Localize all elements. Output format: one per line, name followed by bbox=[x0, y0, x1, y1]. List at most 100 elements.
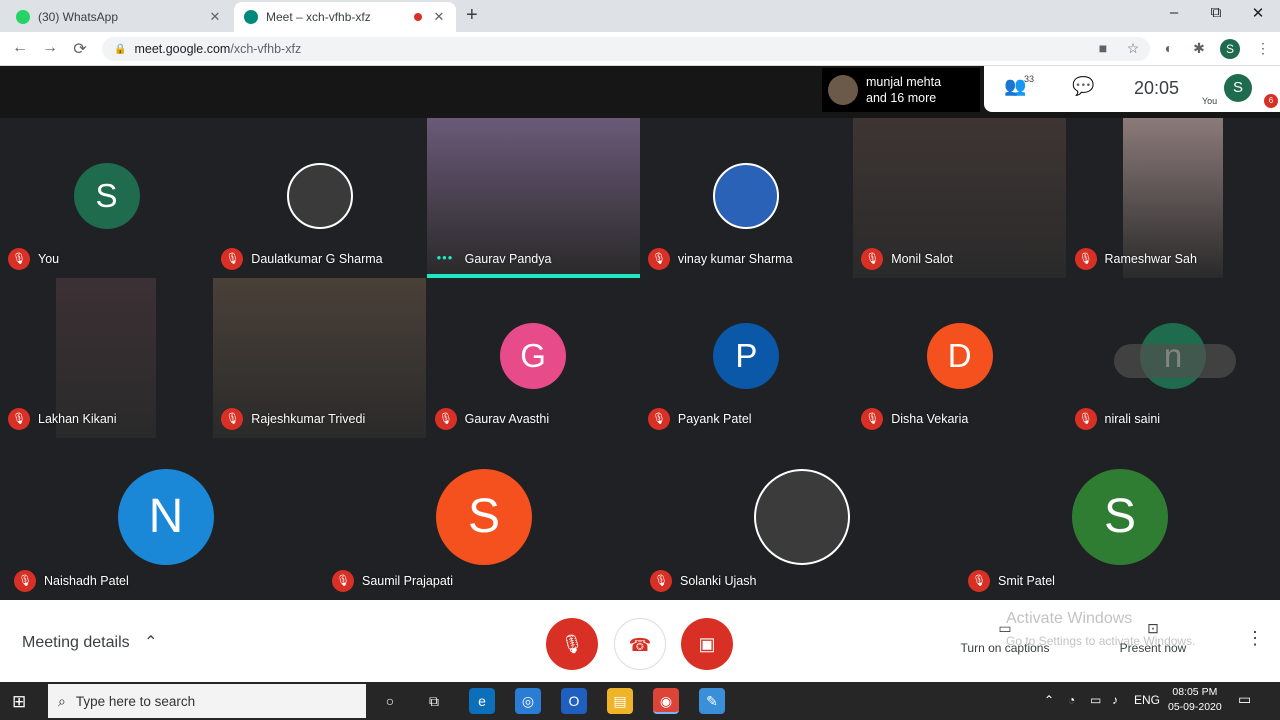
tile-hover-controls[interactable] bbox=[1114, 344, 1236, 378]
file-explorer-icon[interactable]: ▤ bbox=[607, 688, 633, 714]
maximize-button[interactable]: ⧉ bbox=[1206, 4, 1226, 21]
url-path: /xch-vfhb-xfz bbox=[230, 42, 302, 56]
self-avatar[interactable]: S bbox=[1224, 74, 1252, 102]
address-bar[interactable]: 🔒 meet.google.com/xch-vfhb-xfz bbox=[102, 37, 1150, 61]
participant-tile[interactable]: 🎙 Lakhan Kikani bbox=[0, 278, 213, 438]
tray-chevron-icon[interactable]: ⌃ bbox=[1044, 693, 1054, 707]
leave-call-button[interactable]: ☎ bbox=[614, 618, 666, 670]
task-view-icon[interactable]: ⧉ bbox=[421, 688, 447, 714]
extension-icon[interactable]: ◐ bbox=[1160, 40, 1178, 56]
taskbar-clock[interactable]: 08:05 PM 05-09-2020 bbox=[1168, 685, 1222, 715]
speaking-indicator-icon: ••• bbox=[436, 250, 454, 265]
mic-off-icon: 🎙 bbox=[8, 408, 30, 430]
participant-name: Lakhan Kikani bbox=[38, 412, 117, 426]
meeting-controls-bar: Meeting details ⌃ 🎙 ☎ ▣ Activate Windows… bbox=[0, 600, 1280, 682]
participant-tile[interactable]: 🎙 Solanki Ujash bbox=[642, 438, 962, 600]
browser-tab-strip: (30) WhatsApp ✕ Meet – xch-vfhb-xfz ✕ + … bbox=[0, 0, 1280, 32]
participant-tile[interactable]: S 🎙 Saumil Prajapati bbox=[324, 438, 644, 600]
new-tab-button[interactable]: + bbox=[466, 4, 478, 27]
notification-center-icon[interactable]: ▭ bbox=[1238, 691, 1251, 708]
close-window-button[interactable]: ✕ bbox=[1248, 4, 1268, 22]
windows-start-icon[interactable]: ⊞ bbox=[12, 692, 26, 712]
taskbar-search[interactable]: ⌕ Type here to search bbox=[48, 684, 366, 718]
camera-permission-icon[interactable]: ■ bbox=[1094, 40, 1112, 56]
participant-tile[interactable]: S 🎙 Smit Patel bbox=[960, 438, 1280, 600]
outlook-icon[interactable]: O bbox=[561, 688, 587, 714]
camera-off-button[interactable]: ▣ bbox=[681, 618, 733, 670]
participant-video bbox=[853, 118, 1067, 278]
bookmark-star-icon[interactable]: ☆ bbox=[1124, 40, 1142, 57]
tab-whatsapp[interactable]: (30) WhatsApp ✕ bbox=[6, 2, 232, 32]
participant-name: Rajeshkumar Trivedi bbox=[251, 412, 366, 426]
presenter-chip[interactable]: munjal mehta and 16 more bbox=[822, 68, 980, 112]
chrome-icon[interactable]: ◉ bbox=[653, 688, 679, 714]
meeting-details-button[interactable]: Meeting details ⌃ bbox=[22, 632, 157, 652]
participant-tile[interactable]: 🎙 Monil Salot bbox=[853, 118, 1067, 278]
meet-icon bbox=[244, 10, 258, 24]
participant-name: Payank Patel bbox=[677, 412, 752, 426]
presenter-avatar bbox=[828, 75, 858, 105]
participant-name: Gaurav Avasthi bbox=[464, 412, 550, 426]
forward-button[interactable]: → bbox=[40, 39, 60, 57]
participant-tile[interactable]: N 🎙 Naishadh Patel bbox=[6, 438, 326, 600]
edge-icon[interactable]: e bbox=[469, 688, 495, 714]
participant-name: Saumil Prajapati bbox=[362, 574, 454, 588]
battery-icon[interactable]: ▭ bbox=[1090, 693, 1101, 707]
participant-name: Naishadh Patel bbox=[44, 574, 129, 588]
language-indicator[interactable]: ENG bbox=[1134, 693, 1160, 707]
participant-tile[interactable]: S 🎙 You bbox=[0, 118, 213, 278]
volume-icon[interactable]: ♪ bbox=[1112, 693, 1118, 707]
participant-tile[interactable]: G 🎙 Gaurav Avasthi bbox=[426, 278, 640, 438]
back-button[interactable]: ← bbox=[10, 39, 30, 57]
network-icon[interactable]: ◔ bbox=[1068, 693, 1075, 707]
participant-tile[interactable]: 🎙 Rajeshkumar Trivedi bbox=[213, 278, 427, 438]
cortana-icon[interactable]: ○ bbox=[377, 688, 403, 714]
presenter-more: and 16 more bbox=[866, 91, 937, 105]
search-icon: ⌕ bbox=[58, 692, 66, 709]
participant-name: You bbox=[38, 252, 60, 266]
clock-date: 05-09-2020 bbox=[1168, 701, 1222, 713]
participant-photo bbox=[286, 163, 353, 229]
participant-grid: S🎙You🎙Daulatkumar G Sharma•••🎙Gaurav Pan… bbox=[0, 118, 1280, 600]
mic-off-button[interactable]: 🎙 bbox=[546, 618, 598, 670]
participant-avatar: P bbox=[713, 323, 780, 389]
participant-name: vinay kumar Sharma bbox=[677, 252, 793, 266]
extensions-puzzle-icon[interactable]: ✱ bbox=[1190, 40, 1208, 57]
participant-tile[interactable]: P 🎙 Payank Patel bbox=[639, 278, 853, 438]
reload-button[interactable]: ⟳ bbox=[70, 39, 90, 59]
present-now-button[interactable]: ⊡ Present now bbox=[1108, 620, 1198, 655]
you-label: You bbox=[1202, 96, 1218, 106]
lock-icon: 🔒 bbox=[114, 43, 127, 55]
windows-taskbar: ⊞ ⌕ Type here to search ○ ⧉ e ◎ O ▤ ◉ ✎ … bbox=[0, 682, 1280, 720]
participant-name: Monil Salot bbox=[891, 252, 954, 266]
mic-off-icon: 🎙 bbox=[650, 570, 672, 592]
notification-badge: 6 bbox=[1264, 94, 1278, 108]
more-options-icon[interactable]: ⋮ bbox=[1246, 628, 1264, 649]
tab-label: Meet – xch-vfhb-xfz bbox=[266, 10, 371, 24]
present-label: Present now bbox=[1119, 641, 1187, 655]
mic-off-icon: 🎙 bbox=[861, 408, 884, 430]
captions-button[interactable]: ▭ Turn on captions bbox=[950, 620, 1060, 655]
participant-name: Gaurav Pandya bbox=[464, 252, 552, 266]
participant-avatar: S bbox=[1072, 469, 1168, 565]
participant-tile[interactable]: 🎙 Daulatkumar G Sharma bbox=[213, 118, 427, 278]
globe-app-icon[interactable]: ◎ bbox=[515, 688, 541, 714]
chat-icon[interactable]: 💬 bbox=[1072, 76, 1094, 97]
close-tab-icon[interactable]: ✕ bbox=[432, 9, 446, 25]
mic-off-icon: 🎙 bbox=[332, 570, 354, 592]
whatsapp-icon bbox=[16, 10, 30, 24]
menu-kebab-icon[interactable]: ⋮ bbox=[1254, 40, 1272, 57]
browser-toolbar: ← → ⟳ 🔒 meet.google.com/xch-vfhb-xfz ■ ☆… bbox=[0, 32, 1280, 66]
participant-tile[interactable]: 🎙 vinay kumar Sharma bbox=[639, 118, 853, 278]
participant-avatar: S bbox=[436, 469, 532, 565]
notepad-icon[interactable]: ✎ bbox=[699, 688, 725, 714]
close-tab-icon[interactable]: ✕ bbox=[208, 9, 222, 25]
tab-meet[interactable]: Meet – xch-vfhb-xfz ✕ bbox=[234, 2, 456, 32]
participant-tile[interactable]: 🎙 Rameshwar Sah bbox=[1066, 118, 1280, 278]
participant-tile[interactable]: •••🎙Gaurav Pandya bbox=[426, 118, 640, 278]
participant-photo bbox=[754, 469, 850, 565]
minimize-button[interactable]: – bbox=[1164, 4, 1184, 21]
profile-avatar[interactable]: S bbox=[1220, 39, 1240, 59]
participant-tile[interactable]: D 🎙 Disha Vekaria bbox=[853, 278, 1067, 438]
people-count: 33 bbox=[1024, 74, 1035, 84]
